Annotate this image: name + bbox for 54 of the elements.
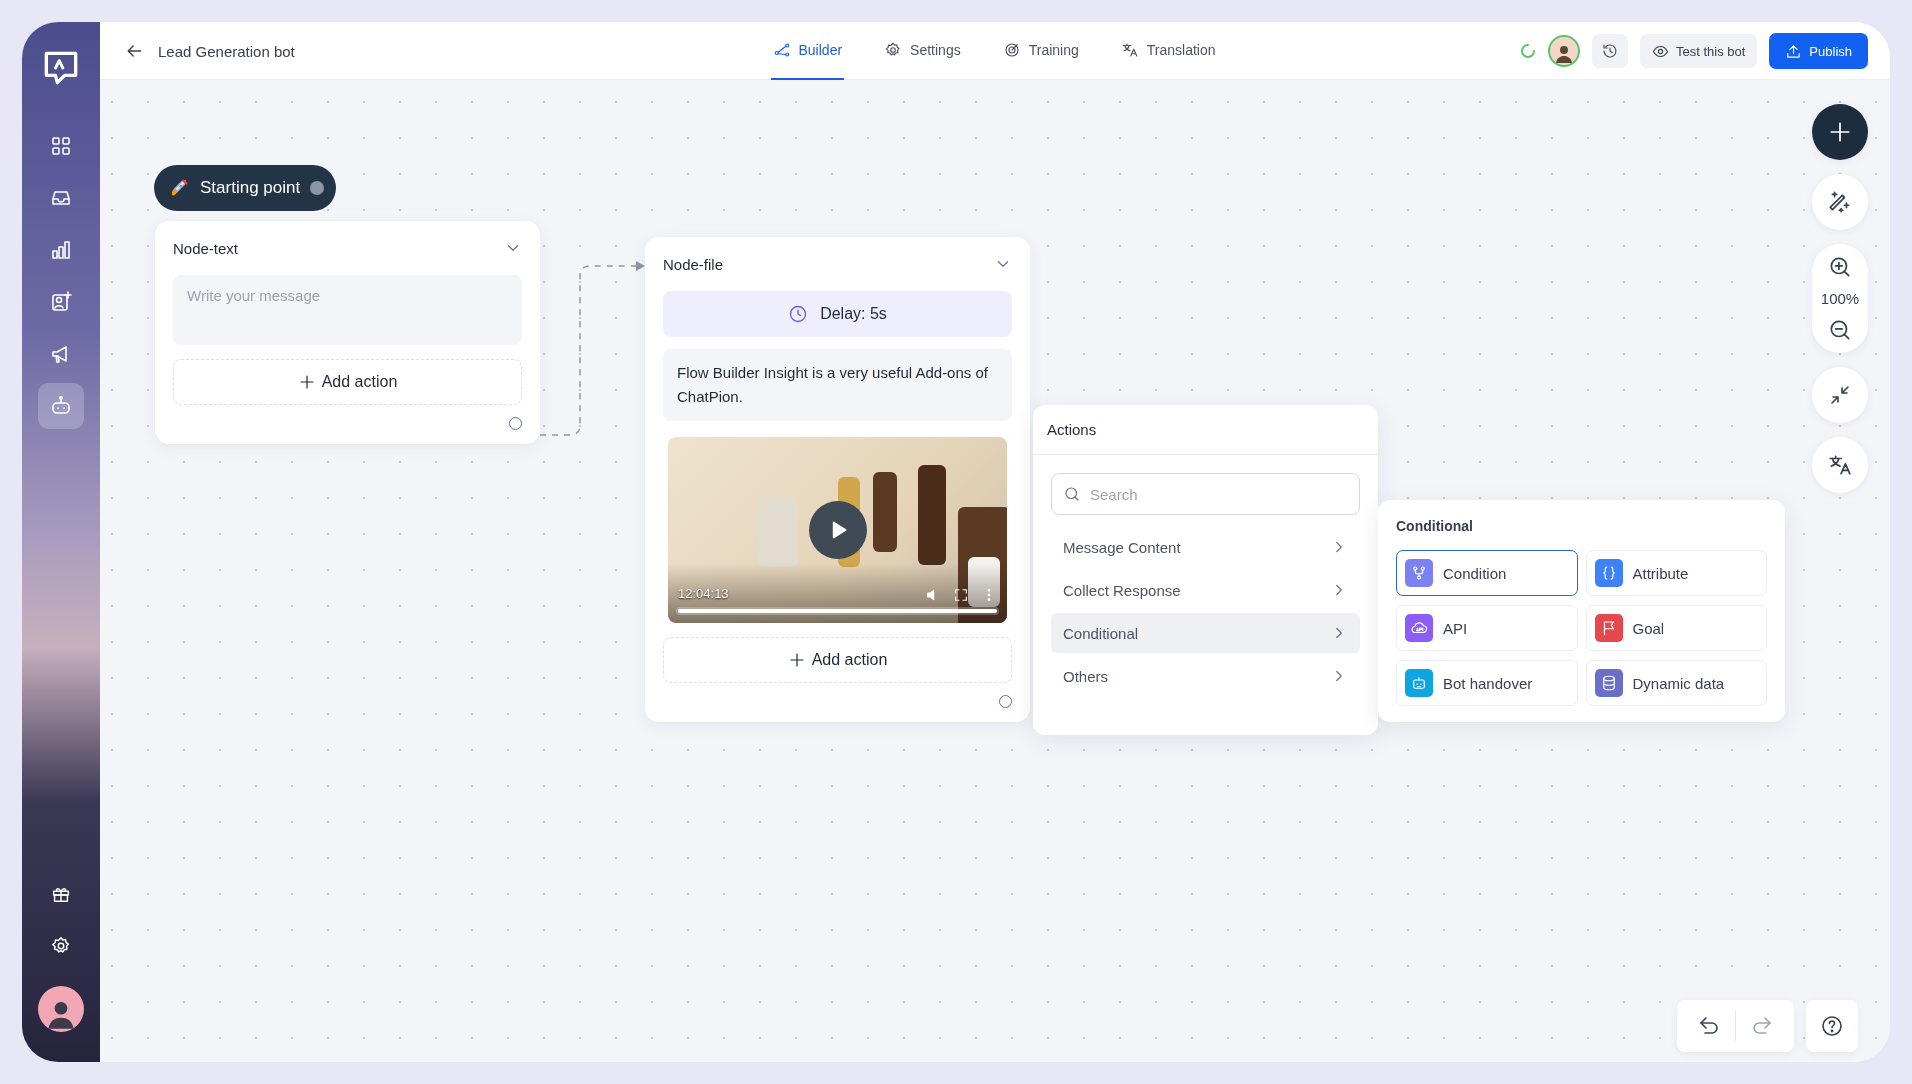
help-button[interactable] [1806,1000,1858,1052]
target-icon [1002,41,1021,59]
action-option[interactable]: Dynamic data [1585,660,1767,706]
history-icon [1601,42,1619,60]
add-action-button[interactable]: Add action [663,637,1012,683]
nav-tab[interactable]: Training [1000,22,1081,80]
menu-item[interactable]: Message Content [1051,527,1360,567]
menu-item[interactable]: Collect Response [1051,570,1360,610]
history-button[interactable] [1592,34,1628,68]
zoom-level: 100% [1820,290,1860,307]
menu-item[interactable]: Conditional [1051,613,1360,653]
panel-title: Actions [1033,405,1378,455]
action-option[interactable]: Bot handover [1396,660,1578,706]
play-button[interactable] [808,501,867,559]
output-port[interactable] [999,695,1012,708]
action-option[interactable]: Goal [1585,605,1767,651]
submenu-title: Conditional [1396,518,1474,534]
settings-icon [884,41,903,59]
nav-tab[interactable]: Translation [1118,22,1218,80]
bot-title: Lead Generation bot [158,42,295,60]
nav-tab[interactable]: Settings [882,22,963,80]
user-avatar[interactable] [1548,35,1580,67]
delay-label: Delay: 5s [820,305,887,323]
message-field[interactable]: Write your message [173,275,522,345]
test-bot-button[interactable]: Test this bot [1640,34,1758,68]
add-node-button[interactable] [1812,104,1868,160]
grid-icon [49,134,73,158]
upload-icon [1785,42,1803,60]
clock-icon [788,304,809,324]
action-option[interactable]: Attribute [1585,550,1767,596]
search-field[interactable]: Search [1051,473,1360,515]
collapse-arrows-icon [1828,383,1852,407]
node-label: Starting point [200,178,301,198]
translate-icon [1120,41,1139,59]
node-title: Node-file [663,255,724,273]
video-timestamp: 12:04:13 [678,586,729,601]
output-port[interactable] [509,417,522,430]
loading-spinner-icon [1520,43,1536,59]
add-action-button[interactable]: Add action [173,359,522,405]
bar-chart-icon [49,238,73,262]
message-bubble: Flow Builder Insight is a very useful Add-ons of ChatPion. [663,349,1012,421]
action-option[interactable]: Condition [1396,550,1578,596]
node-title: Node-text [173,239,239,257]
contact-icon [49,290,73,314]
user-avatar[interactable] [38,986,84,1032]
action-option[interactable]: API [1396,605,1578,651]
help-icon [1820,1014,1844,1038]
flow-icon [772,41,791,59]
menu-item[interactable]: Others [1051,656,1360,696]
starting-point-node[interactable]: Starting point [154,165,337,211]
publish-button[interactable]: Publish [1769,33,1868,69]
fullscreen-icon[interactable] [953,587,969,603]
search-icon [1063,485,1081,503]
output-port[interactable] [310,181,325,195]
